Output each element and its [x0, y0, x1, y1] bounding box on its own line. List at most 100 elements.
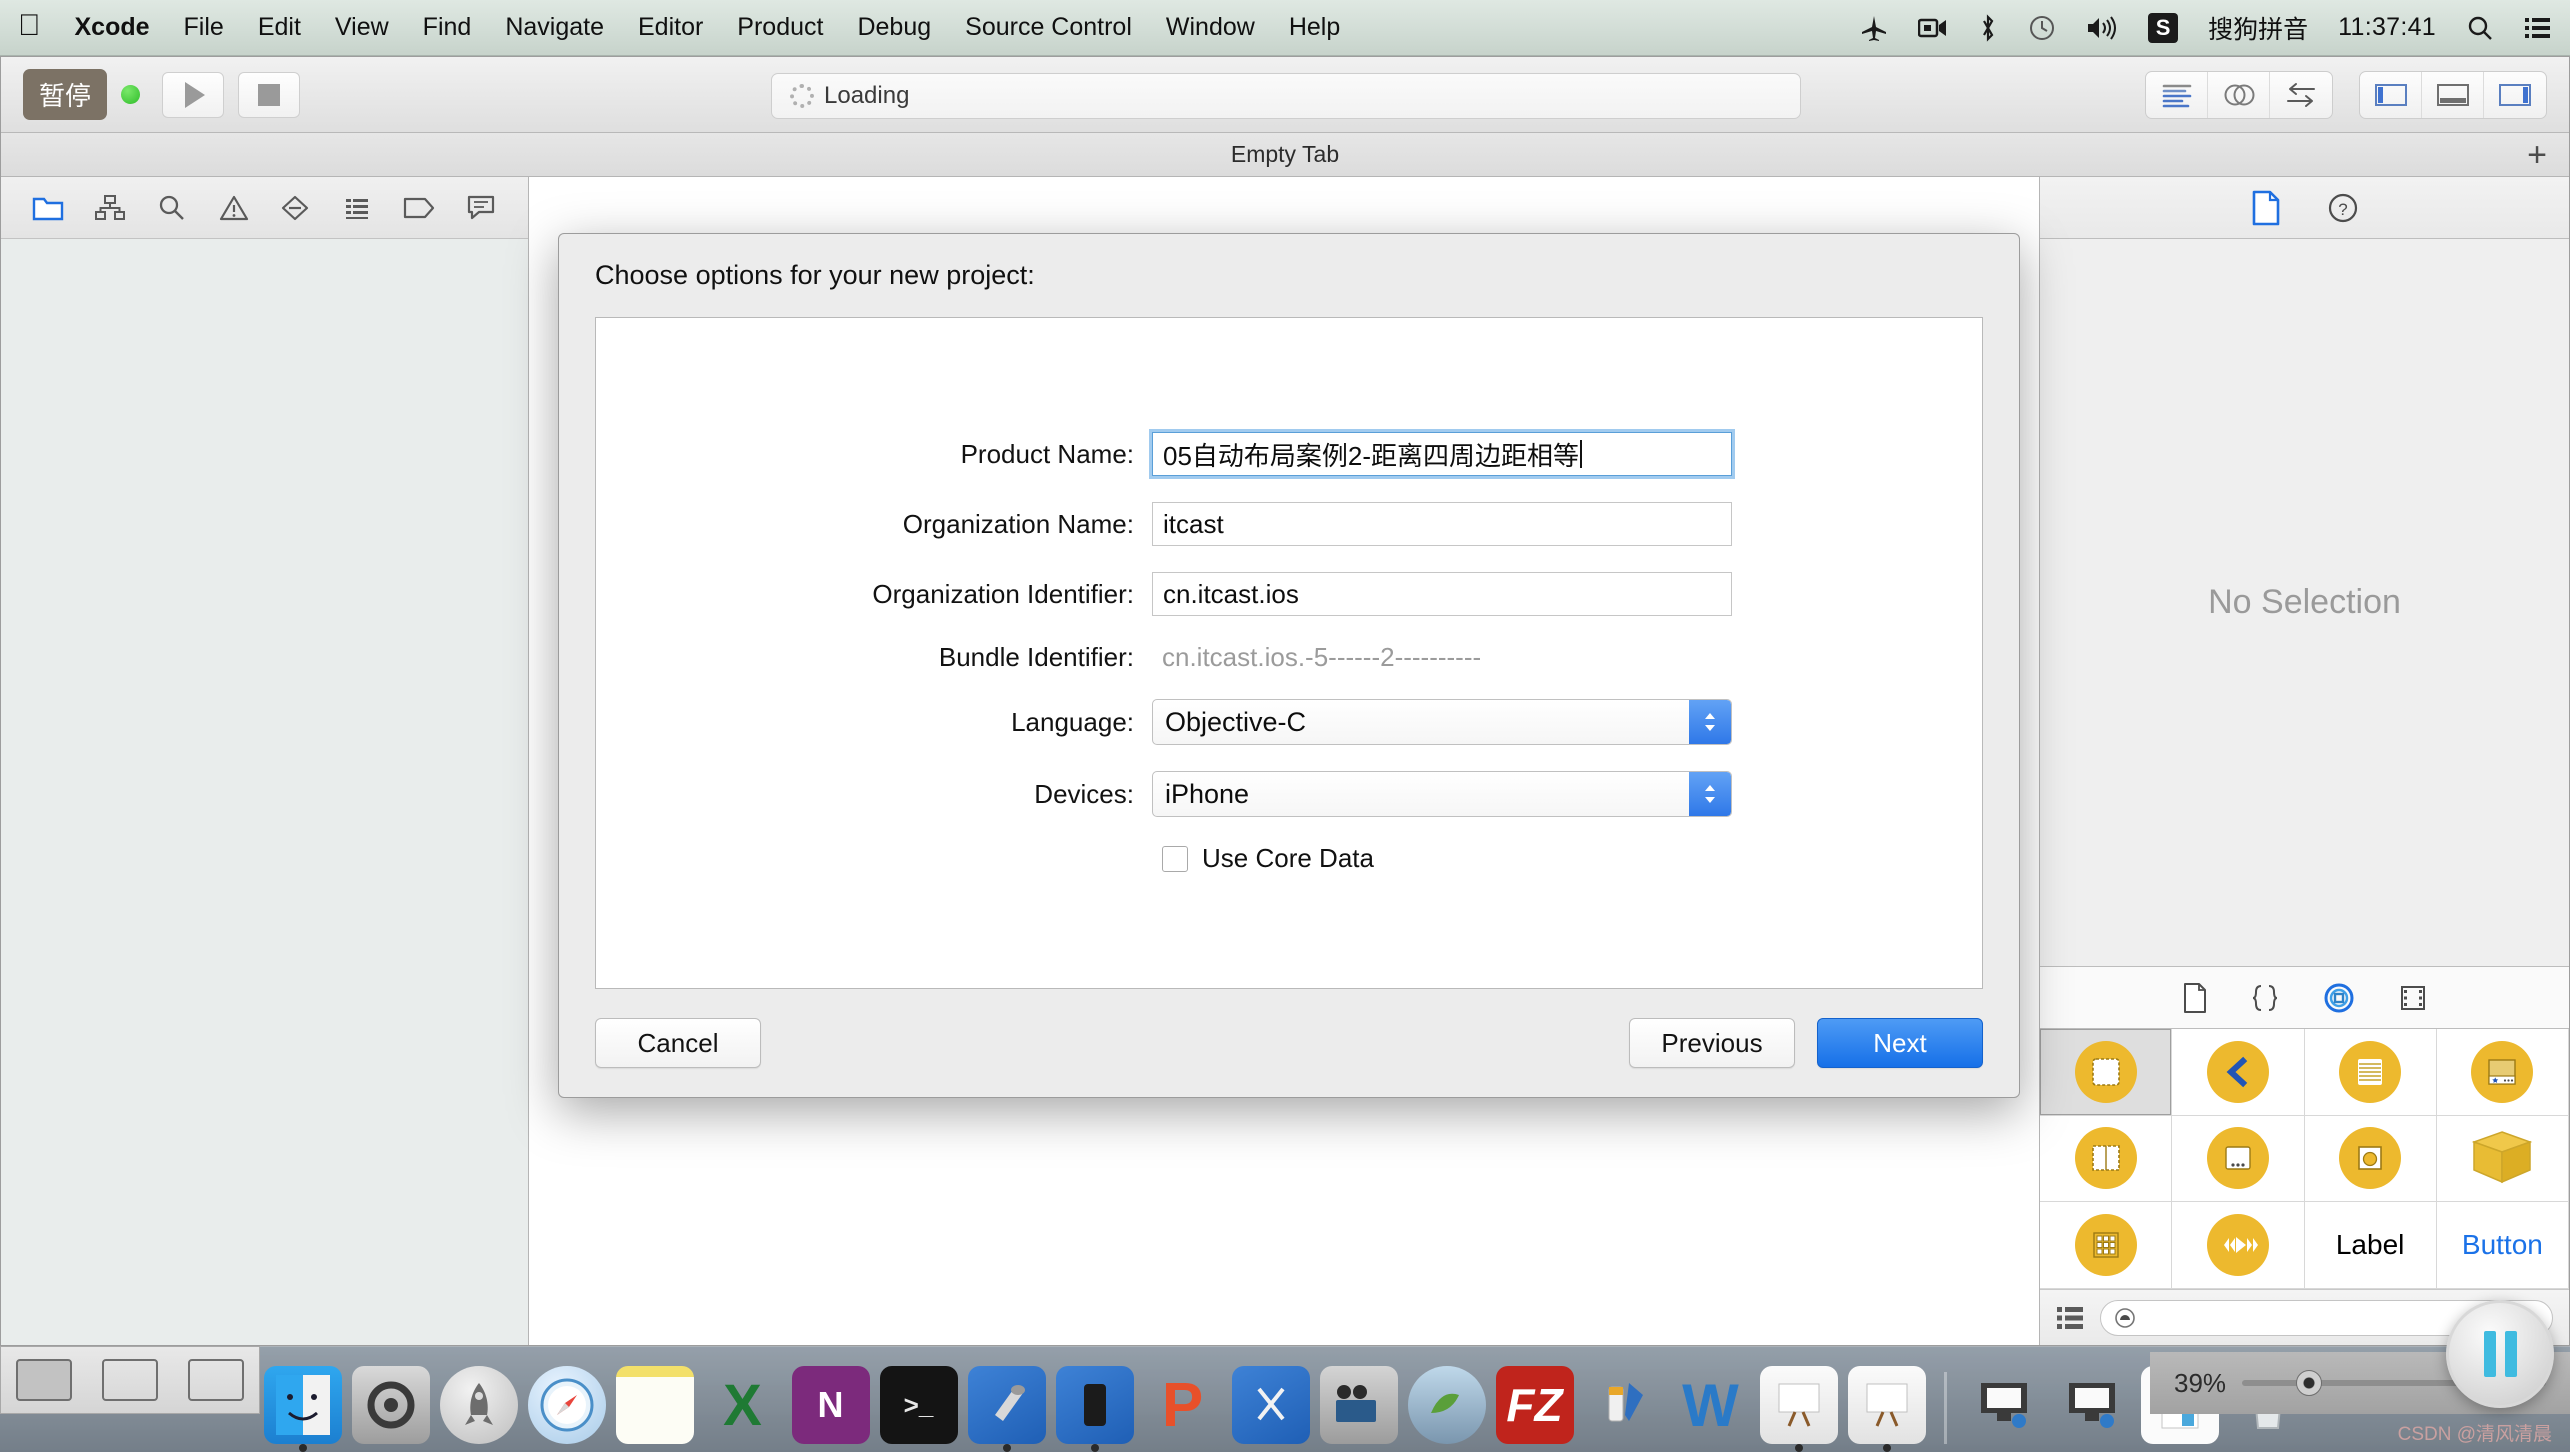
dock-item-parallels[interactable]: P	[1144, 1366, 1222, 1444]
menu-navigate[interactable]: Navigate	[505, 13, 604, 42]
row-organization-name: Organization Name: itcast	[596, 502, 1982, 546]
menu-editor[interactable]: Editor	[638, 13, 703, 42]
split-view-controller-item[interactable]	[2040, 1115, 2173, 1203]
menu-clock[interactable]: 11:37:41	[2338, 13, 2436, 42]
menu-find[interactable]: Find	[423, 13, 472, 42]
notification-center-icon[interactable]	[2524, 16, 2552, 40]
input-method-label[interactable]: 搜狗拼音	[2208, 10, 2308, 46]
dock-item-quicktime[interactable]	[1319, 1366, 1398, 1444]
apple-logo-icon[interactable]: 	[18, 10, 41, 41]
label-item[interactable]: Label	[2304, 1202, 2437, 1289]
menu-xcode[interactable]: Xcode	[75, 13, 150, 42]
tab-bar-controller-item[interactable]	[2436, 1029, 2569, 1116]
organization-identifier-input[interactable]: cn.itcast.ios	[1152, 572, 1732, 616]
menu-product[interactable]: Product	[737, 13, 823, 42]
layout-screen-icon[interactable]	[188, 1359, 244, 1401]
debug-navigator-icon[interactable]	[340, 191, 374, 225]
menu-file[interactable]: File	[184, 13, 224, 42]
menu-view[interactable]: View	[335, 13, 389, 42]
vpn-icon[interactable]	[1860, 14, 1888, 42]
search-icon[interactable]	[2466, 14, 2494, 42]
table-view-controller-item[interactable]	[2304, 1029, 2437, 1116]
page-view-controller-icon	[2206, 1127, 2269, 1190]
collection-view-controller-item[interactable]	[2040, 1202, 2173, 1289]
time-machine-icon[interactable]	[2028, 14, 2056, 42]
volume-icon[interactable]	[2086, 15, 2118, 41]
dock-item-remote-desktop-2[interactable]	[2053, 1366, 2131, 1444]
av-player-view-controller-item[interactable]	[2172, 1202, 2305, 1289]
previous-button[interactable]: Previous	[1629, 1018, 1795, 1068]
list-view-icon[interactable]	[2056, 1305, 2086, 1331]
dock-item-keynote-1[interactable]	[1759, 1366, 1838, 1452]
file-template-library-icon[interactable]	[2182, 982, 2208, 1013]
cancel-button[interactable]: Cancel	[595, 1018, 761, 1068]
menu-debug[interactable]: Debug	[857, 13, 931, 42]
dock-item-finder[interactable]	[263, 1366, 342, 1452]
find-navigator-icon[interactable]	[155, 191, 189, 225]
product-name-input[interactable]: 05自动布局案例2-距离四周边距相等	[1152, 432, 1732, 476]
menu-edit[interactable]: Edit	[258, 13, 301, 42]
project-navigator-icon[interactable]	[31, 191, 65, 225]
dock-item-sketch[interactable]	[1231, 1366, 1310, 1444]
organization-name-input[interactable]: itcast	[1152, 502, 1732, 546]
layout-single-icon[interactable]	[16, 1359, 72, 1401]
page-view-controller-item[interactable]	[2172, 1115, 2305, 1203]
version-editor-icon[interactable]	[2270, 72, 2332, 118]
breakpoint-navigator-icon[interactable]	[402, 191, 436, 225]
view-controller-item[interactable]	[2040, 1029, 2173, 1116]
file-inspector-icon[interactable]	[2250, 190, 2282, 226]
dock-item-filezilla[interactable]: FZ	[1495, 1366, 1574, 1444]
media-library-icon[interactable]	[2398, 983, 2428, 1013]
dock-item-xcode-beta[interactable]	[1055, 1366, 1134, 1452]
next-button[interactable]: Next	[1817, 1018, 1983, 1068]
issue-navigator-icon[interactable]	[217, 191, 251, 225]
sogou-input-badge[interactable]: S	[2148, 12, 2179, 43]
loading-spinner-icon	[790, 84, 814, 108]
add-tab-button[interactable]: +	[2527, 138, 2547, 172]
menu-window[interactable]: Window	[1166, 13, 1255, 42]
menu-source-control[interactable]: Source Control	[965, 13, 1132, 42]
object-library-icon[interactable]	[2322, 981, 2356, 1015]
dock-item-notes[interactable]	[615, 1366, 694, 1444]
debug-area-toggle-icon[interactable]	[2422, 71, 2484, 118]
run-button[interactable]	[162, 71, 225, 118]
object-item[interactable]	[2436, 1115, 2569, 1203]
test-navigator-icon[interactable]	[278, 191, 312, 225]
pause-recording-button[interactable]	[2446, 1300, 2554, 1408]
dock-item-word[interactable]: W	[1672, 1366, 1750, 1444]
navigator-toggle-icon[interactable]	[2360, 71, 2422, 118]
zoom-slider-knob[interactable]	[2295, 1370, 2322, 1396]
tab-empty[interactable]: Empty Tab	[1231, 141, 1339, 168]
image-view-controller-item[interactable]	[2304, 1115, 2437, 1203]
navigation-controller-item[interactable]	[2172, 1029, 2305, 1116]
button-item[interactable]: Button	[2436, 1202, 2569, 1289]
dock-item-excel[interactable]: X	[704, 1366, 782, 1444]
symbol-navigator-icon[interactable]	[93, 191, 127, 225]
dock-item-paintbrush[interactable]	[1584, 1366, 1662, 1444]
dock-item-remote-desktop-1[interactable]	[1965, 1366, 2043, 1444]
screen-record-icon[interactable]	[1918, 16, 1948, 40]
devices-popup-button[interactable]: iPhone	[1152, 771, 1732, 817]
bluetooth-icon[interactable]	[1978, 13, 1998, 42]
dock-item-launchpad[interactable]	[439, 1366, 518, 1444]
standard-editor-icon[interactable]	[2146, 71, 2208, 118]
assistant-editor-icon[interactable]	[2208, 71, 2270, 118]
report-navigator-icon[interactable]	[464, 191, 498, 225]
language-popup-button[interactable]: Objective-C	[1152, 699, 1732, 745]
dock-item-onenote[interactable]: N	[791, 1366, 870, 1444]
layout-grid-icon[interactable]	[102, 1359, 158, 1401]
stop-button[interactable]	[238, 71, 301, 118]
quick-help-icon[interactable]: ?	[2326, 191, 2360, 225]
dock-item-system-preferences[interactable]	[351, 1366, 430, 1444]
utilities-toggle-icon[interactable]	[2484, 72, 2546, 118]
menu-help[interactable]: Help	[1289, 13, 1340, 42]
code-snippet-library-icon[interactable]	[2250, 983, 2280, 1013]
status-green-dot	[121, 85, 141, 104]
use-core-data-checkbox[interactable]	[1162, 845, 1188, 872]
pause-badge[interactable]: 暂停	[23, 69, 108, 120]
dock-item-safari[interactable]	[527, 1366, 606, 1444]
dock-item-keynote-2[interactable]	[1847, 1366, 1926, 1452]
dock-item-terminal[interactable]: >_	[879, 1366, 958, 1444]
dock-item-typora[interactable]	[1407, 1366, 1486, 1444]
dock-item-xcode[interactable]	[967, 1366, 1046, 1452]
